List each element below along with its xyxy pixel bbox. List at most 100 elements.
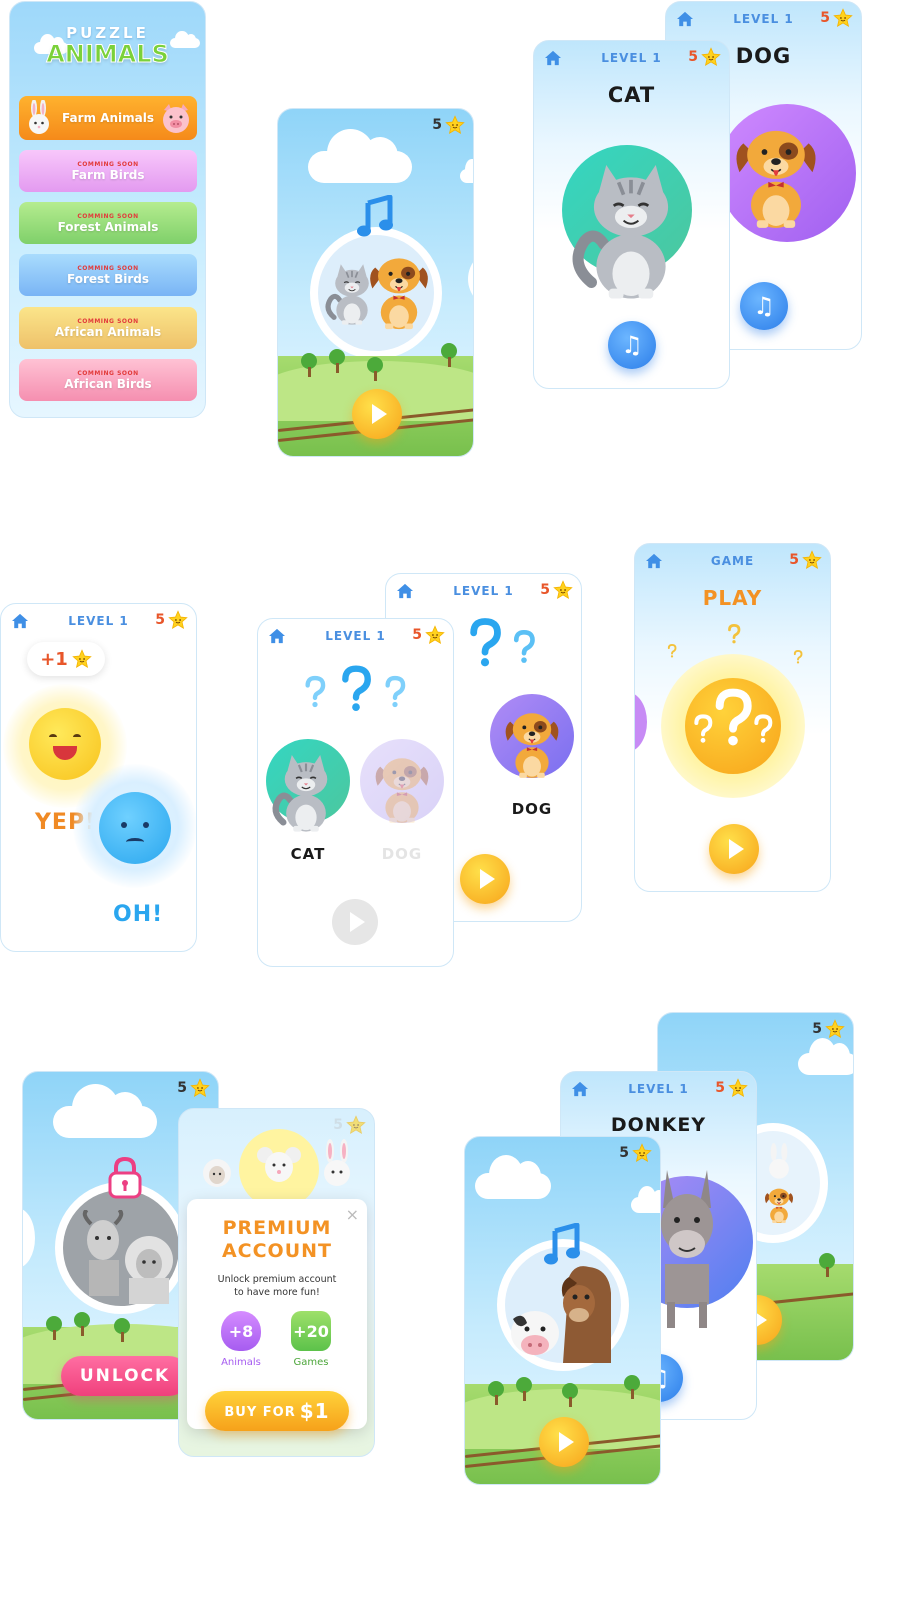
side-peek [635, 692, 647, 752]
tree [623, 1375, 641, 1401]
dog-illustration [370, 753, 434, 825]
score-counter: 5 [333, 1115, 366, 1135]
tree [300, 353, 318, 379]
score-value: 5 [177, 1080, 187, 1096]
music-button[interactable]: ♫ [740, 282, 788, 330]
question-mark-icon [384, 675, 406, 709]
locked-animal-circle[interactable] [55, 1182, 187, 1314]
play-button[interactable] [352, 389, 402, 439]
tree [515, 1377, 533, 1403]
star-icon [190, 1078, 210, 1098]
tree [366, 357, 384, 383]
star-icon [825, 1019, 845, 1039]
question-mark-icon [304, 675, 326, 709]
oh-text: OH! [113, 902, 164, 927]
animals-badge: +8 [221, 1311, 261, 1351]
app-logo: PUZZLE ANIMALS [10, 24, 205, 69]
tree [440, 343, 458, 369]
option-label: CAT [290, 845, 326, 863]
tree [113, 1318, 131, 1344]
plus-one-badge: +1 [27, 642, 105, 676]
question-mark-icon [713, 688, 753, 748]
star-icon [168, 610, 188, 630]
tree [818, 1253, 836, 1279]
menu-item-farm-animals[interactable]: Farm Animals [19, 96, 197, 140]
score-counter: 5 [177, 1078, 210, 1098]
animal-circle[interactable] [310, 227, 442, 359]
unlock-button[interactable]: UNLOCK [61, 1356, 189, 1396]
tree [73, 1312, 91, 1338]
premium-title-line-1: PREMIUM [222, 1217, 332, 1239]
question-mark-icon [727, 624, 741, 644]
menu-item-african-animals[interactable]: COMMING SOON African Animals [19, 307, 197, 349]
question-mark-icon [693, 714, 713, 744]
dog-illustration [762, 1185, 796, 1225]
score-value: 5 [688, 49, 698, 65]
feedback-screen: LEVEL 1 5 +1 YEP! OH! [0, 603, 197, 952]
menu-item-label: Forest Birds [67, 271, 149, 286]
music-note-icon[interactable] [543, 1223, 583, 1267]
score-counter: 5 [789, 550, 822, 570]
score-value: 5 [540, 582, 550, 598]
menu-item-farm-birds[interactable]: COMMING SOON Farm Birds [19, 150, 197, 192]
games-label: Games [293, 1357, 329, 1368]
cloud [631, 1185, 660, 1213]
score-counter: 5 [412, 625, 445, 645]
cat-quiz-screen: LEVEL 1 5 CAT DOG [257, 618, 454, 967]
score-counter: 5 [540, 580, 573, 600]
menu-item-forest-animals[interactable]: COMMING SOON Forest Animals [19, 202, 197, 244]
menu-item-label: Farm Birds [71, 167, 145, 182]
coming-soon-badge: COMMING SOON [77, 369, 139, 377]
question-mark-icon [512, 630, 536, 664]
star-icon [553, 580, 573, 600]
score-value: 5 [812, 1021, 822, 1037]
menu-item-african-birds[interactable]: COMMING SOON African Birds [19, 359, 197, 401]
animal-name: CAT [607, 83, 656, 107]
star-icon [701, 47, 721, 67]
score-counter: 5 [715, 1078, 748, 1098]
star-icon [728, 1078, 748, 1098]
question-mark-icon [468, 618, 502, 668]
premium-desc-line-2: to have more fun! [234, 1287, 320, 1298]
play-button[interactable] [709, 824, 759, 874]
play-button[interactable] [460, 854, 510, 904]
sheep-illustration [203, 1159, 231, 1187]
buy-label: BUY FOR [224, 1405, 296, 1420]
coming-soon-badge: COMMING SOON [77, 212, 139, 220]
cloud [53, 1083, 157, 1138]
music-button[interactable]: ♫ [608, 321, 656, 369]
side-peek [23, 1208, 35, 1268]
sheep-illustration [125, 1236, 173, 1304]
question-mark-icon [793, 650, 803, 664]
menu-screen: PUZZLE ANIMALS Farm Animals COMMING SOON… [9, 1, 206, 418]
tree [328, 349, 346, 375]
tree [45, 1316, 63, 1342]
animals-count: +8 [228, 1321, 254, 1341]
coming-soon-badge: COMMING SOON [77, 264, 139, 272]
music-note-icon[interactable] [356, 195, 396, 239]
coming-soon-badge: COMMING SOON [77, 160, 139, 168]
tree [561, 1383, 579, 1409]
menu-item-label: African Animals [54, 324, 162, 339]
buy-button[interactable]: BUY FOR $1 [205, 1391, 349, 1431]
pig-icon [163, 104, 189, 133]
star-icon [346, 1115, 366, 1135]
score-value: 5 [432, 117, 442, 133]
games-badge: +20 [291, 1311, 331, 1351]
game-screen: GAME 5 PLAY [634, 543, 831, 892]
score-value: 5 [789, 552, 799, 568]
rabbit-illustration [324, 1139, 350, 1186]
score-value: 5 [715, 1080, 725, 1096]
score-value: 5 [412, 627, 422, 643]
dog-illustration [500, 708, 564, 780]
play-button-disabled[interactable] [332, 899, 378, 945]
cloud [308, 128, 412, 183]
play-button[interactable] [539, 1417, 589, 1467]
plus-one-text: +1 [40, 648, 68, 670]
buy-price: $1 [299, 1399, 330, 1423]
mouse-illustration [257, 1147, 301, 1182]
cloud [798, 1037, 853, 1075]
menu-item-forest-birds[interactable]: COMMING SOON Forest Birds [19, 254, 197, 296]
premium-desc-line-1: Unlock premium account [217, 1274, 337, 1285]
cat-illustration [270, 755, 342, 833]
